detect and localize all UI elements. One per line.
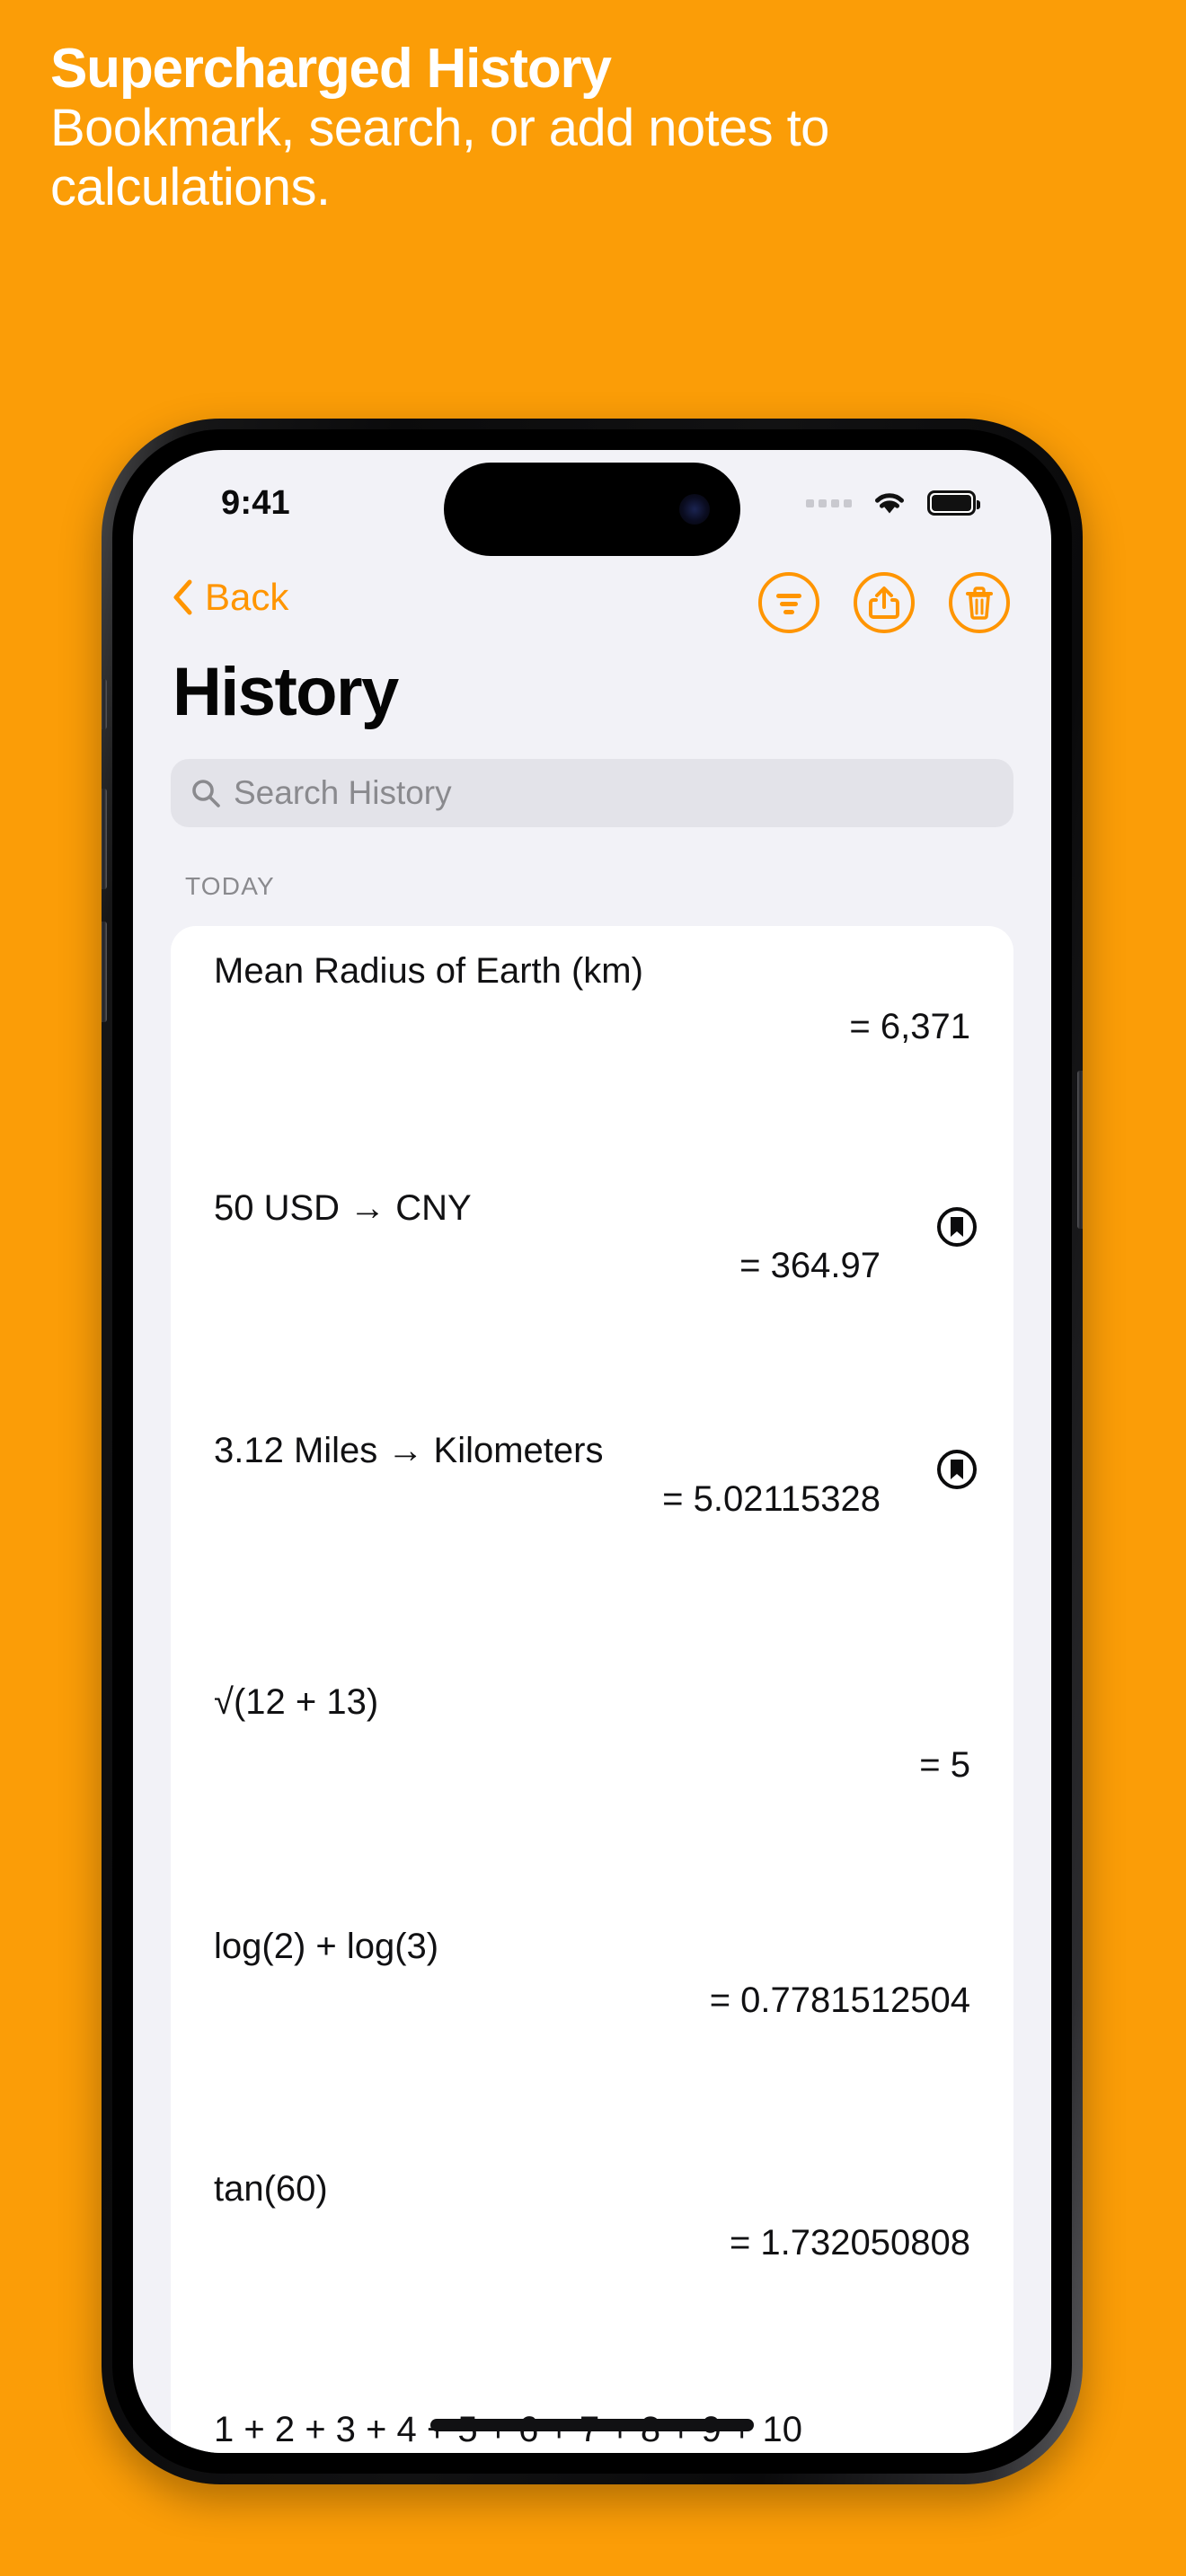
- promo-subline: Bookmark, search, or add notes to calcul…: [50, 99, 829, 217]
- history-result: = 5: [919, 1745, 970, 1785]
- phone-mockup: 9:41 Back History Search History TODAY M…: [102, 419, 1083, 2484]
- history-row[interactable]: Mean Radius of Earth (km) = 6,371: [171, 926, 1013, 1170]
- front-camera-icon: [679, 494, 710, 525]
- history-expression: 3.12 Miles → Kilometers: [214, 1431, 604, 1470]
- wifi-icon: [875, 493, 904, 514]
- nav-bar: Back: [133, 558, 1051, 651]
- back-button-label: Back: [205, 576, 289, 618]
- history-expression: 50 USD → CNY: [214, 1188, 472, 1228]
- search-input[interactable]: Search History: [171, 759, 1013, 827]
- status-indicators: [806, 490, 980, 516]
- history-result: = 364.97: [739, 1246, 881, 1285]
- history-row[interactable]: 50 USD → CNY = 364.97: [171, 1170, 1013, 1415]
- filter-sort-button[interactable]: [758, 572, 819, 633]
- status-bar: 9:41: [133, 450, 1051, 556]
- history-expression: √(12 + 13): [214, 1682, 379, 1722]
- promo-copy: Supercharged History Bookmark, search, o…: [50, 38, 1137, 218]
- history-row[interactable]: log(2) + log(3) = 0.7781512504: [171, 1903, 1013, 2148]
- nav-actions: [758, 572, 1010, 633]
- volume-up-button[interactable]: [102, 789, 107, 889]
- cellular-dots-icon: [806, 498, 852, 507]
- chevron-left-icon: [173, 579, 192, 615]
- bookmark-icon[interactable]: [936, 1206, 978, 1248]
- search-placeholder: Search History: [234, 774, 452, 811]
- phone-screen: 9:41 Back History Search History TODAY M…: [133, 450, 1051, 2453]
- share-button[interactable]: [854, 572, 915, 633]
- page-title: History: [173, 654, 399, 730]
- history-row[interactable]: √(12 + 13) = 5: [171, 1659, 1013, 1903]
- status-clock: 9:41: [221, 484, 290, 522]
- history-list: Mean Radius of Earth (km) = 6,371 50 USD…: [171, 926, 1013, 2453]
- home-indicator[interactable]: [430, 2419, 754, 2431]
- volume-down-button[interactable]: [102, 922, 107, 1022]
- history-row[interactable]: tan(60) = 1.732050808: [171, 2148, 1013, 2392]
- mute-switch[interactable]: [102, 679, 107, 729]
- history-result: = 0.7781512504: [709, 1981, 970, 2020]
- filter-lines-icon: [776, 594, 801, 614]
- trash-icon: [966, 587, 993, 620]
- history-row[interactable]: 3.12 Miles → Kilometers = 5.02115328: [171, 1415, 1013, 1659]
- promo-headline: Supercharged History: [50, 38, 612, 100]
- dynamic-island: [444, 463, 740, 556]
- search-icon: [192, 780, 220, 807]
- history-expression: Mean Radius of Earth (km): [214, 951, 643, 991]
- back-button[interactable]: Back: [171, 576, 288, 619]
- section-header-today: TODAY: [185, 872, 275, 900]
- history-expression: tan(60): [214, 2169, 328, 2209]
- history-expression: log(2) + log(3): [214, 1927, 439, 1966]
- delete-button[interactable]: [949, 572, 1010, 633]
- history-result: = 1.732050808: [729, 2223, 970, 2263]
- history-result: = 6,371: [849, 1007, 970, 1046]
- history-result: = 5.02115328: [662, 1479, 881, 1519]
- share-up-arrow-icon: [869, 587, 899, 619]
- battery-icon: [927, 490, 980, 516]
- bookmark-icon[interactable]: [936, 1449, 978, 1490]
- power-button[interactable]: [1077, 1071, 1083, 1229]
